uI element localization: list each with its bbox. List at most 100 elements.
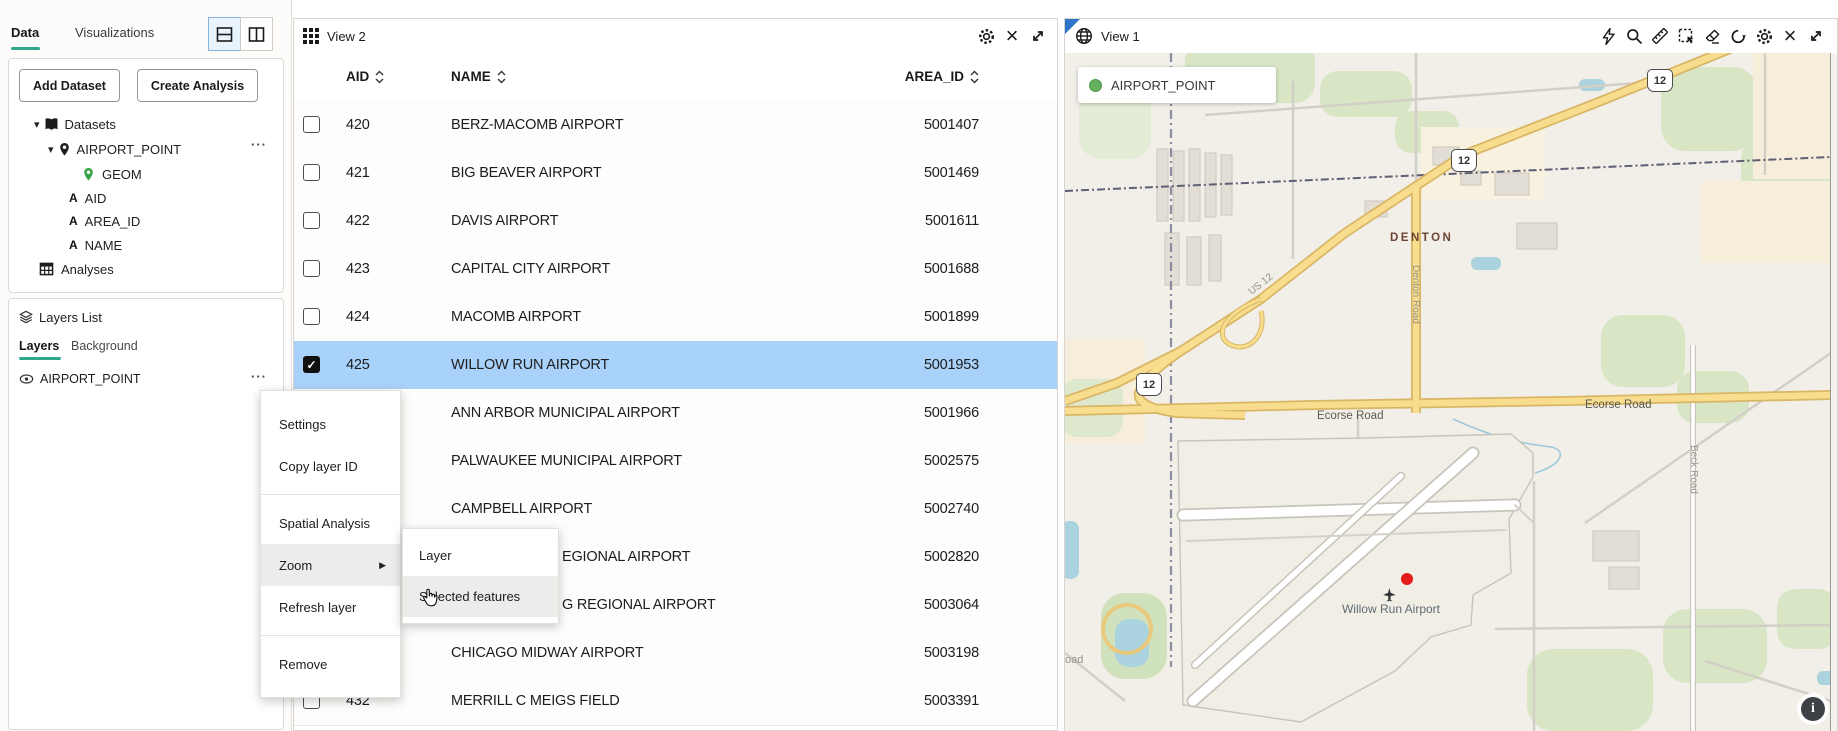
text-field-icon: A <box>69 191 78 205</box>
menu-divider <box>261 494 400 495</box>
table-row[interactable]: CAMPBELL AIRPORT 5002740 <box>294 485 1057 534</box>
geometry-pin-icon <box>82 167 95 182</box>
menu-item-copy-layer-id[interactable]: Copy layer ID <box>261 445 400 487</box>
tree-label: Analyses <box>61 261 114 277</box>
search-zoom-icon[interactable] <box>1621 23 1647 49</box>
tab-data[interactable]: Data <box>11 25 39 40</box>
tree-item-analyses[interactable]: Analyses <box>39 259 114 279</box>
layout-split-horizontal-button[interactable] <box>208 17 241 51</box>
tree-label: NAME <box>84 237 123 253</box>
map-label-partial-road: oad <box>1065 654 1084 666</box>
table-row[interactable]: 421 BIG BEAVER AIRPORT 5001469 <box>294 149 1057 198</box>
tree-label: Datasets <box>64 116 116 132</box>
table-row[interactable]: 423 CAPITAL CITY AIRPORT 5001688 <box>294 245 1057 294</box>
map-view-title: View 1 <box>1101 28 1140 44</box>
layer-item-airport-point[interactable]: AIRPORT_POINT <box>19 369 140 389</box>
table-row[interactable]: 422 DAVIS AIRPORT 5001611 <box>294 197 1057 246</box>
map-label-airport: Willow Run Airport <box>1341 602 1441 616</box>
row-checkbox[interactable] <box>303 164 320 181</box>
layer-overflow-menu-button[interactable]: ··· <box>251 369 267 384</box>
column-header-name[interactable]: NAME <box>451 69 506 84</box>
row-checkbox[interactable] <box>303 116 320 133</box>
selected-panel-indicator <box>1065 19 1080 34</box>
map-info-button[interactable]: i <box>1801 697 1825 721</box>
table-grid-icon <box>303 28 319 44</box>
table-view-panel: View 2 × AID NAME AREA_ID 420 BERZ-MACOMB… <box>293 18 1058 731</box>
split-horizontal-icon <box>216 26 233 43</box>
table-row[interactable]: 424 MACOMB AIRPORT 5001899 <box>294 293 1057 342</box>
table-column-header: AID NAME AREA_ID <box>294 53 1057 102</box>
submenu-item-layer[interactable]: Layer <box>403 535 558 576</box>
map-label-ecorse-road: Ecorse Road <box>1585 399 1652 411</box>
table-view-title: View 2 <box>327 28 366 44</box>
create-analysis-button[interactable]: Create Analysis <box>137 69 258 102</box>
tree-item-datasets[interactable]: ▾ Datasets <box>34 114 116 134</box>
tab-visualizations[interactable]: Visualizations <box>75 25 154 40</box>
table-row[interactable]: CHICAGO MIDWAY AIRPORT 5003198 <box>294 629 1057 678</box>
row-checkbox-checked[interactable]: ✓ <box>303 356 320 373</box>
book-icon <box>44 117 59 131</box>
route-shield-12: 12 <box>1136 373 1162 396</box>
expand-icon[interactable] <box>1025 23 1051 49</box>
table-row-selected[interactable]: ✓ 425 WILLOW RUN AIRPORT 5001953 <box>294 341 1057 390</box>
table-row[interactable]: PALWAUKEE MUNICIPAL AIRPORT 5002575 <box>294 437 1057 486</box>
active-tab-underline <box>19 357 61 360</box>
close-icon[interactable]: × <box>1777 23 1803 49</box>
interactions-bolt-icon[interactable] <box>1595 23 1621 49</box>
refresh-rotate-icon[interactable] <box>1725 23 1751 49</box>
menu-item-spatial-analysis[interactable]: Spatial Analysis <box>261 502 400 544</box>
active-tab-underline <box>11 47 40 50</box>
selected-feature-point[interactable] <box>1401 573 1413 585</box>
close-icon[interactable]: × <box>999 23 1025 49</box>
caret-down-icon[interactable]: ▾ <box>34 118 40 131</box>
rectangle-select-icon[interactable] <box>1673 23 1699 49</box>
submenu-item-selected-features[interactable]: Selected features <box>403 576 558 617</box>
table-row[interactable]: 420 BERZ-MACOMB AIRPORT 5001407 <box>294 101 1057 150</box>
route-shield-12: 12 <box>1451 149 1477 172</box>
sort-icon[interactable] <box>970 69 979 84</box>
caret-down-icon[interactable]: ▾ <box>48 143 54 156</box>
tree-label: AREA_ID <box>84 213 141 229</box>
add-dataset-button[interactable]: Add Dataset <box>19 69 120 102</box>
row-checkbox[interactable] <box>303 260 320 277</box>
text-field-icon: A <box>69 214 78 228</box>
eye-icon[interactable] <box>19 373 34 385</box>
column-header-area-id[interactable]: AREA_ID <box>839 69 979 84</box>
location-pin-icon <box>58 142 71 157</box>
tab-background[interactable]: Background <box>71 339 138 353</box>
menu-item-settings[interactable]: Settings <box>261 403 400 445</box>
table-row[interactable]: 432 MERRILL C MEIGS FIELD 5003391 <box>294 677 1057 726</box>
layers-icon <box>19 310 33 324</box>
menu-item-zoom[interactable]: Zoom ▶ <box>261 544 400 586</box>
tree-item-aid[interactable]: A AID <box>69 188 106 208</box>
tree-item-airport-point[interactable]: ▾ AIRPORT_POINT <box>48 139 181 159</box>
table-row[interactable]: ANN ARBOR MUNICIPAL AIRPORT 5001966 <box>294 389 1057 438</box>
column-header-aid[interactable]: AID <box>346 69 384 84</box>
tree-item-geom[interactable]: GEOM <box>82 164 142 184</box>
row-checkbox[interactable] <box>303 308 320 325</box>
legend-label: AIRPORT_POINT <box>1111 77 1216 93</box>
eraser-icon[interactable] <box>1699 23 1725 49</box>
dataset-overflow-menu-button[interactable]: ··· <box>251 137 267 152</box>
menu-item-remove[interactable]: Remove <box>261 643 400 685</box>
zoom-submenu: Layer Selected features <box>402 528 559 624</box>
map-canvas[interactable]: AIRPORT_POINT 12 12 12 DENTON US 12 Ecor… <box>1065 53 1831 731</box>
menu-item-refresh-layer[interactable]: Refresh layer <box>261 586 400 628</box>
tree-item-area-id[interactable]: A AREA_ID <box>69 211 140 231</box>
map-scrollbar[interactable] <box>1830 53 1837 731</box>
measure-ruler-icon[interactable] <box>1647 23 1673 49</box>
sort-icon[interactable] <box>375 69 384 84</box>
map-artwork <box>1065 53 1831 731</box>
map-label-ecorse-road: Ecorse Road <box>1317 410 1384 422</box>
split-vertical-icon <box>248 26 265 43</box>
tree-label: AID <box>84 190 107 206</box>
sort-icon[interactable] <box>497 69 506 84</box>
settings-gear-icon[interactable] <box>973 23 999 49</box>
layout-split-vertical-button[interactable] <box>240 17 273 51</box>
tab-layers[interactable]: Layers <box>19 339 59 353</box>
settings-gear-icon[interactable] <box>1751 23 1777 49</box>
expand-icon[interactable] <box>1803 23 1829 49</box>
map-view-header: View 1 × <box>1065 19 1837 54</box>
tree-item-name[interactable]: A NAME <box>69 235 122 255</box>
row-checkbox[interactable] <box>303 212 320 229</box>
